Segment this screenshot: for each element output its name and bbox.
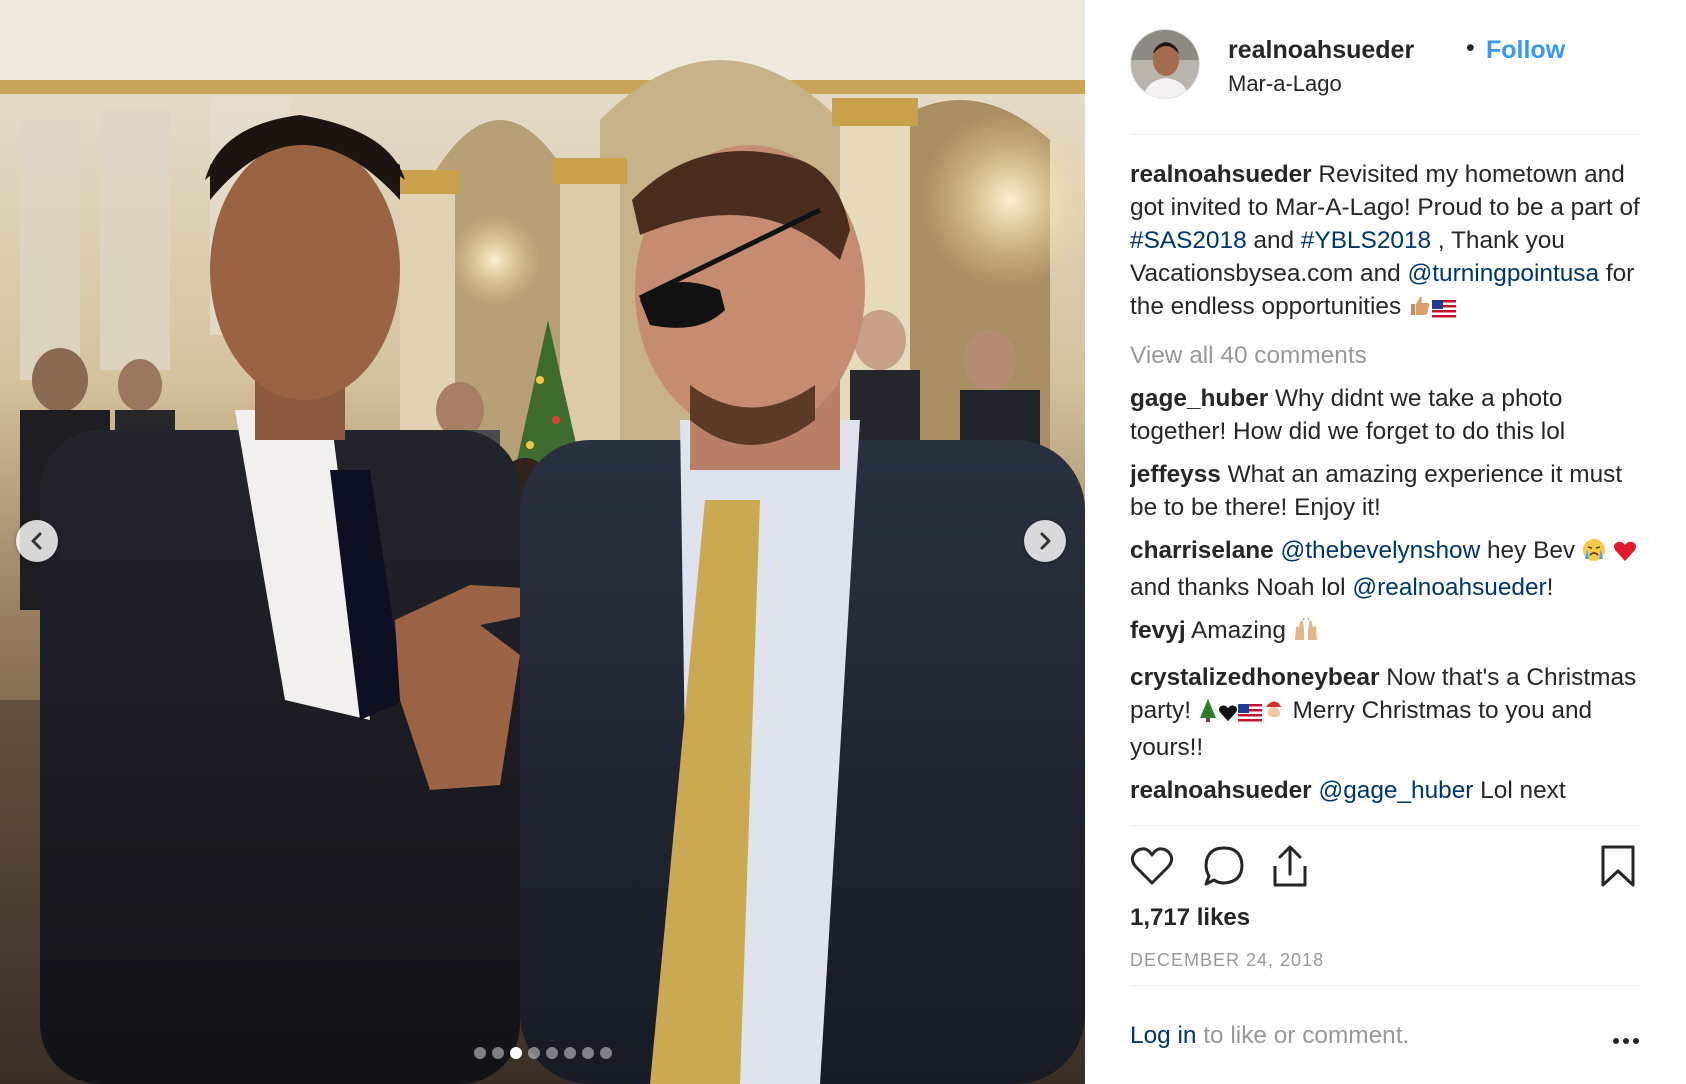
post-side-panel: realnoahsueder • Follow Mar-a-Lago realn…	[1088, 0, 1686, 1084]
comment-bubble-icon	[1204, 846, 1244, 886]
post-date: DECEMBER 24, 2018	[1130, 950, 1325, 970]
carousel-next-button[interactable]	[1024, 520, 1066, 562]
mention-link[interactable]: @gage_huber	[1318, 777, 1473, 804]
likes-count[interactable]: 1,717 likes	[1130, 904, 1250, 932]
us-flag-emoji	[1237, 698, 1262, 731]
carousel-dot	[581, 1047, 594, 1059]
hashtag-link[interactable]: #YBLS2018	[1301, 227, 1431, 254]
black-heart-emoji	[1218, 698, 1238, 731]
comment-text: and thanks Noah lol	[1130, 574, 1353, 601]
login-link[interactable]: Log in	[1130, 1022, 1196, 1049]
chevron-right-icon	[1040, 532, 1051, 550]
carousel-dot-active	[509, 1047, 522, 1059]
post-header: realnoahsueder • Follow Mar-a-Lago	[1130, 28, 1640, 100]
comment-button[interactable]	[1202, 844, 1246, 888]
mention-link[interactable]: @turningpointusa	[1408, 260, 1600, 287]
header-separator: •	[1466, 34, 1475, 62]
login-prompt: Log in to like or comment.	[1130, 1022, 1640, 1058]
us-flag-emoji	[1431, 294, 1456, 327]
view-all-comments-link[interactable]: View all 40 comments	[1130, 339, 1646, 372]
comments-divider	[1130, 825, 1640, 826]
header-divider	[1130, 134, 1640, 135]
follow-button[interactable]: Follow	[1486, 36, 1565, 65]
christmas-tree-emoji	[1198, 698, 1218, 731]
post-caption: realnoahsueder Revisited my hometown and…	[1130, 158, 1646, 327]
carousel-dot	[491, 1047, 504, 1059]
footer-divider	[1130, 985, 1640, 986]
caption-username[interactable]: realnoahsueder	[1130, 161, 1312, 188]
red-heart-emoji	[1613, 538, 1637, 571]
comment-username[interactable]: realnoahsueder	[1130, 777, 1312, 804]
save-button[interactable]	[1596, 844, 1640, 888]
comment-item: gage_huber Why didnt we take a photo tog…	[1130, 382, 1646, 448]
bookmark-icon	[1601, 845, 1635, 887]
comment-item: jeffeyss What an amazing experience it m…	[1130, 458, 1646, 524]
comment-username[interactable]: jeffeyss	[1130, 461, 1221, 488]
thumbs-up-emoji	[1408, 294, 1432, 327]
comment-username[interactable]: gage_huber	[1130, 385, 1268, 412]
avatar[interactable]	[1130, 29, 1200, 99]
more-options-button[interactable]	[1612, 1032, 1640, 1050]
comments-section: realnoahsueder Revisited my hometown and…	[1130, 158, 1646, 824]
chevron-left-icon	[31, 532, 42, 550]
comment-username[interactable]: charriselane	[1130, 537, 1274, 564]
comment-username[interactable]: fevyj	[1130, 617, 1186, 644]
share-button[interactable]	[1268, 844, 1312, 888]
ballroom-photo	[0, 0, 1085, 1084]
comment-item: crystalizedhoneybear Now that's a Christ…	[1130, 661, 1646, 764]
carousel-dot	[599, 1047, 612, 1059]
carousel-dot	[563, 1047, 576, 1059]
post-location[interactable]: Mar-a-Lago	[1228, 71, 1342, 97]
comment-text: hey Bev	[1480, 537, 1582, 564]
post-author-username[interactable]: realnoahsueder	[1228, 36, 1414, 65]
hashtag-link[interactable]: #SAS2018	[1130, 227, 1247, 254]
comment-text: !	[1546, 574, 1554, 601]
carousel-dot	[545, 1047, 558, 1059]
post-photo	[0, 0, 1085, 1084]
santa-emoji	[1262, 698, 1286, 731]
crying-face-emoji	[1582, 538, 1606, 571]
action-bar	[1130, 844, 1640, 888]
carousel-dot	[527, 1047, 540, 1059]
login-prompt-text: to like or comment.	[1196, 1022, 1410, 1049]
raising-hands-emoji	[1293, 617, 1319, 651]
comment-text: Amazing	[1185, 617, 1293, 644]
ellipsis-icon	[1613, 1038, 1639, 1044]
comment-item: realnoahsueder @gage_huber Lol next	[1130, 774, 1646, 807]
comment-item: fevyj Amazing	[1130, 614, 1646, 651]
carousel-indicator	[0, 1047, 1085, 1059]
mention-link[interactable]: @realnoahsueder	[1352, 574, 1546, 601]
carousel-prev-button[interactable]	[16, 520, 58, 562]
comment-item: charriselane @thebevelynshow hey Bev and…	[1130, 534, 1646, 604]
heart-icon	[1130, 847, 1174, 885]
carousel-dot	[473, 1047, 486, 1059]
like-button[interactable]	[1130, 844, 1174, 888]
avatar-image	[1131, 30, 1199, 98]
comment-username[interactable]: crystalizedhoneybear	[1130, 664, 1379, 691]
caption-text: and	[1246, 227, 1301, 254]
comment-text: Lol next	[1473, 777, 1566, 804]
mention-link[interactable]: @thebevelynshow	[1281, 537, 1481, 564]
share-upload-icon	[1273, 845, 1307, 887]
